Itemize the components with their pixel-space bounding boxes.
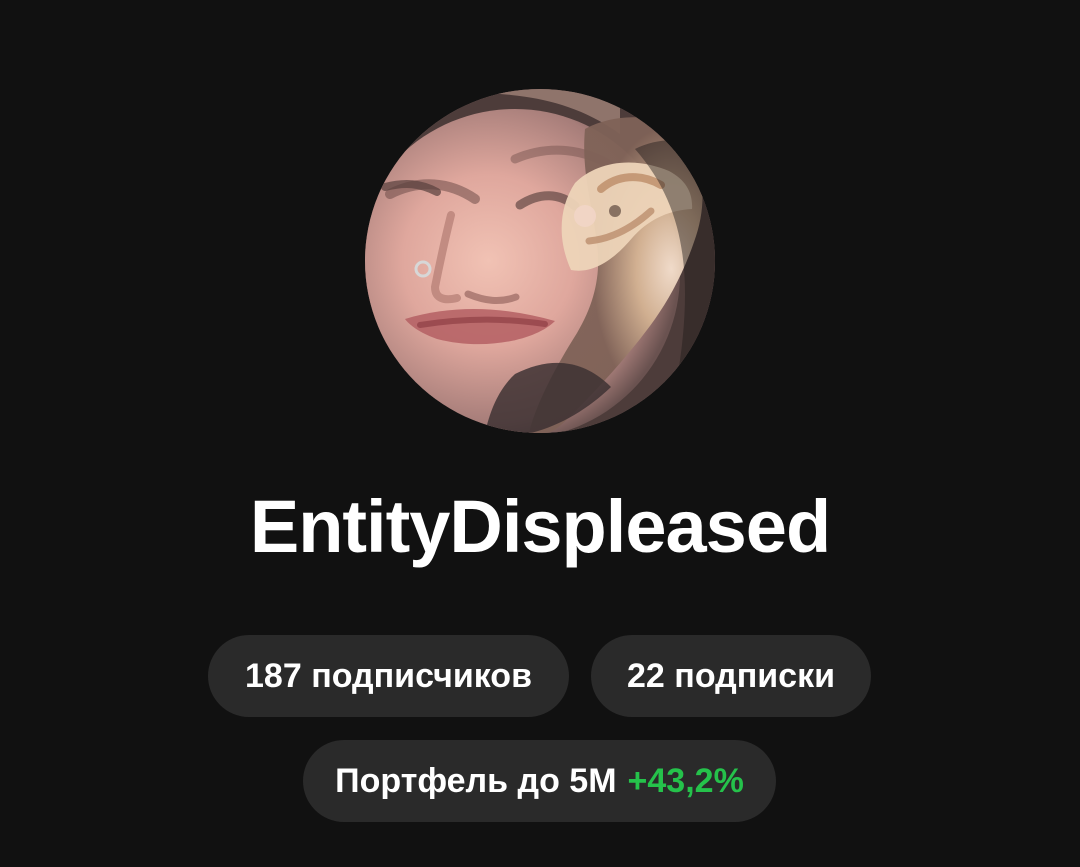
following-label: 22 подписки (627, 657, 835, 695)
portfolio-label: Портфель до 5М (335, 762, 617, 800)
followers-pill[interactable]: 187 подписчиков (208, 635, 569, 717)
portfolio-pill[interactable]: Портфель до 5М +43,2% (303, 740, 776, 822)
avatar-image (365, 89, 715, 433)
following-pill[interactable]: 22 подписки (591, 635, 871, 717)
portfolio-change: +43,2% (627, 762, 744, 800)
avatar[interactable] (365, 89, 715, 433)
username: EntityDispleased (249, 485, 831, 568)
followers-label: 187 подписчиков (245, 657, 532, 695)
profile-header: EntityDispleased 187 подписчиков 22 подп… (0, 0, 1080, 867)
